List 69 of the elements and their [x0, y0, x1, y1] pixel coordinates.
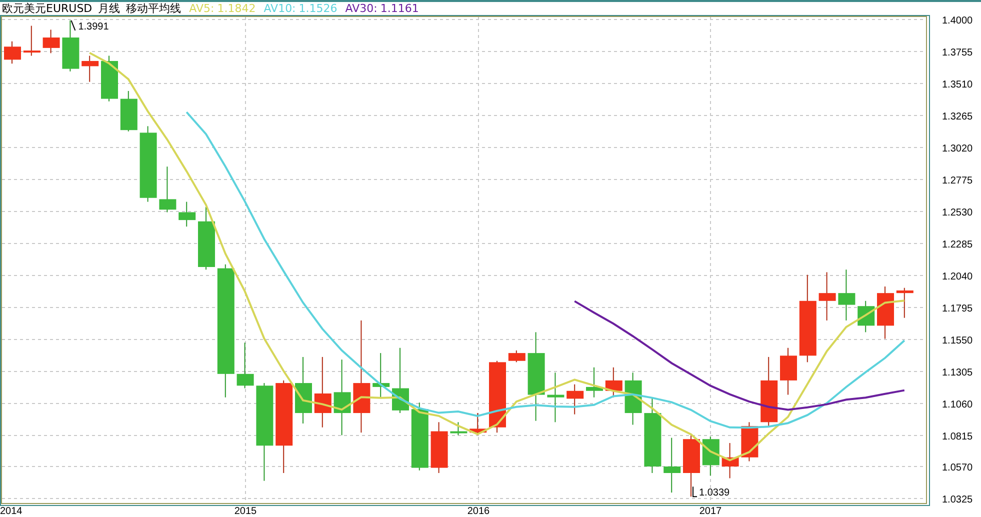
price-label: 1.0339: [699, 488, 730, 499]
axis-label: 1.1550: [942, 336, 973, 346]
candlestick: [236, 342, 254, 389]
candlestick: [42, 29, 60, 54]
candlestick: [23, 25, 40, 56]
candlestick: [82, 55, 99, 82]
candlestick: [314, 356, 332, 428]
axis-label: 1.3020: [942, 144, 973, 154]
candlestick: [159, 166, 176, 213]
axis-label: 1.2775: [942, 176, 973, 186]
axis-label: 1.4000: [942, 16, 973, 26]
legend-value: 1.1526: [298, 2, 338, 15]
axis-label: 2015: [234, 506, 257, 517]
axis-label: 1.2040: [942, 272, 973, 282]
candlestick: [780, 347, 797, 396]
candlestick: [838, 269, 856, 321]
axis-label: 1.2285: [942, 240, 973, 250]
candlestick: [508, 350, 526, 363]
indicator-label: 移动平均线: [126, 2, 182, 15]
axis-label: 2014: [0, 506, 22, 517]
axis-label: 1.3755: [942, 48, 973, 58]
candlestick: [702, 436, 720, 476]
candlestick: [547, 372, 564, 423]
candlestick: [624, 372, 642, 426]
candlestick: [372, 352, 390, 398]
candlestick: [683, 434, 700, 498]
leader-line: [70, 20, 76, 31]
candlestick: [818, 272, 836, 321]
legend-label: AV30:: [345, 2, 378, 15]
axis-label: 1.0570: [942, 462, 973, 474]
candlestick: [896, 287, 914, 318]
legend-label: AV10:: [264, 2, 296, 15]
candlestick: [295, 356, 312, 424]
axis-label: 1.3265: [942, 112, 973, 122]
axis-label: 1.0815: [942, 432, 973, 442]
candlestick: [470, 412, 487, 436]
candlestick: [430, 422, 448, 474]
axis-label: 1.3510: [942, 80, 973, 90]
candlestick: [858, 300, 875, 333]
candlestick: [566, 384, 584, 415]
legend-value: 1.1161: [380, 2, 419, 15]
axis-label: 1.0325: [942, 494, 973, 506]
candlestick: [392, 347, 409, 414]
axis-label: 1.1060: [942, 400, 973, 410]
candlestick: [62, 20, 80, 72]
axis-label: 2016: [467, 506, 490, 517]
candlestick: [411, 402, 428, 471]
candlestick: [760, 356, 778, 427]
axis-label: 1.1795: [942, 304, 973, 314]
period-label: 月线: [98, 2, 120, 15]
candlestick: [450, 422, 468, 436]
axis-label: 2017: [699, 506, 722, 517]
candlestick: [198, 206, 215, 270]
legend-value: 1.1842: [217, 2, 256, 15]
candlestick: [605, 366, 622, 398]
chart-title: 欧元美元EURUSD: [2, 2, 92, 15]
candlestick: [4, 40, 21, 64]
candlestick: [722, 442, 739, 479]
axis-label: 1.2530: [942, 208, 973, 218]
candlestick: [586, 366, 603, 398]
candlestick: [664, 437, 681, 494]
candlestick: [101, 55, 118, 102]
legend-label: AV5:: [189, 2, 214, 15]
candlestick: [178, 201, 196, 228]
candlestick: [877, 286, 894, 340]
price-label: 1.3991: [78, 21, 109, 32]
axis-label: 1.1305: [942, 368, 973, 378]
leader-line: [692, 486, 698, 498]
candlestick: [120, 90, 138, 132]
